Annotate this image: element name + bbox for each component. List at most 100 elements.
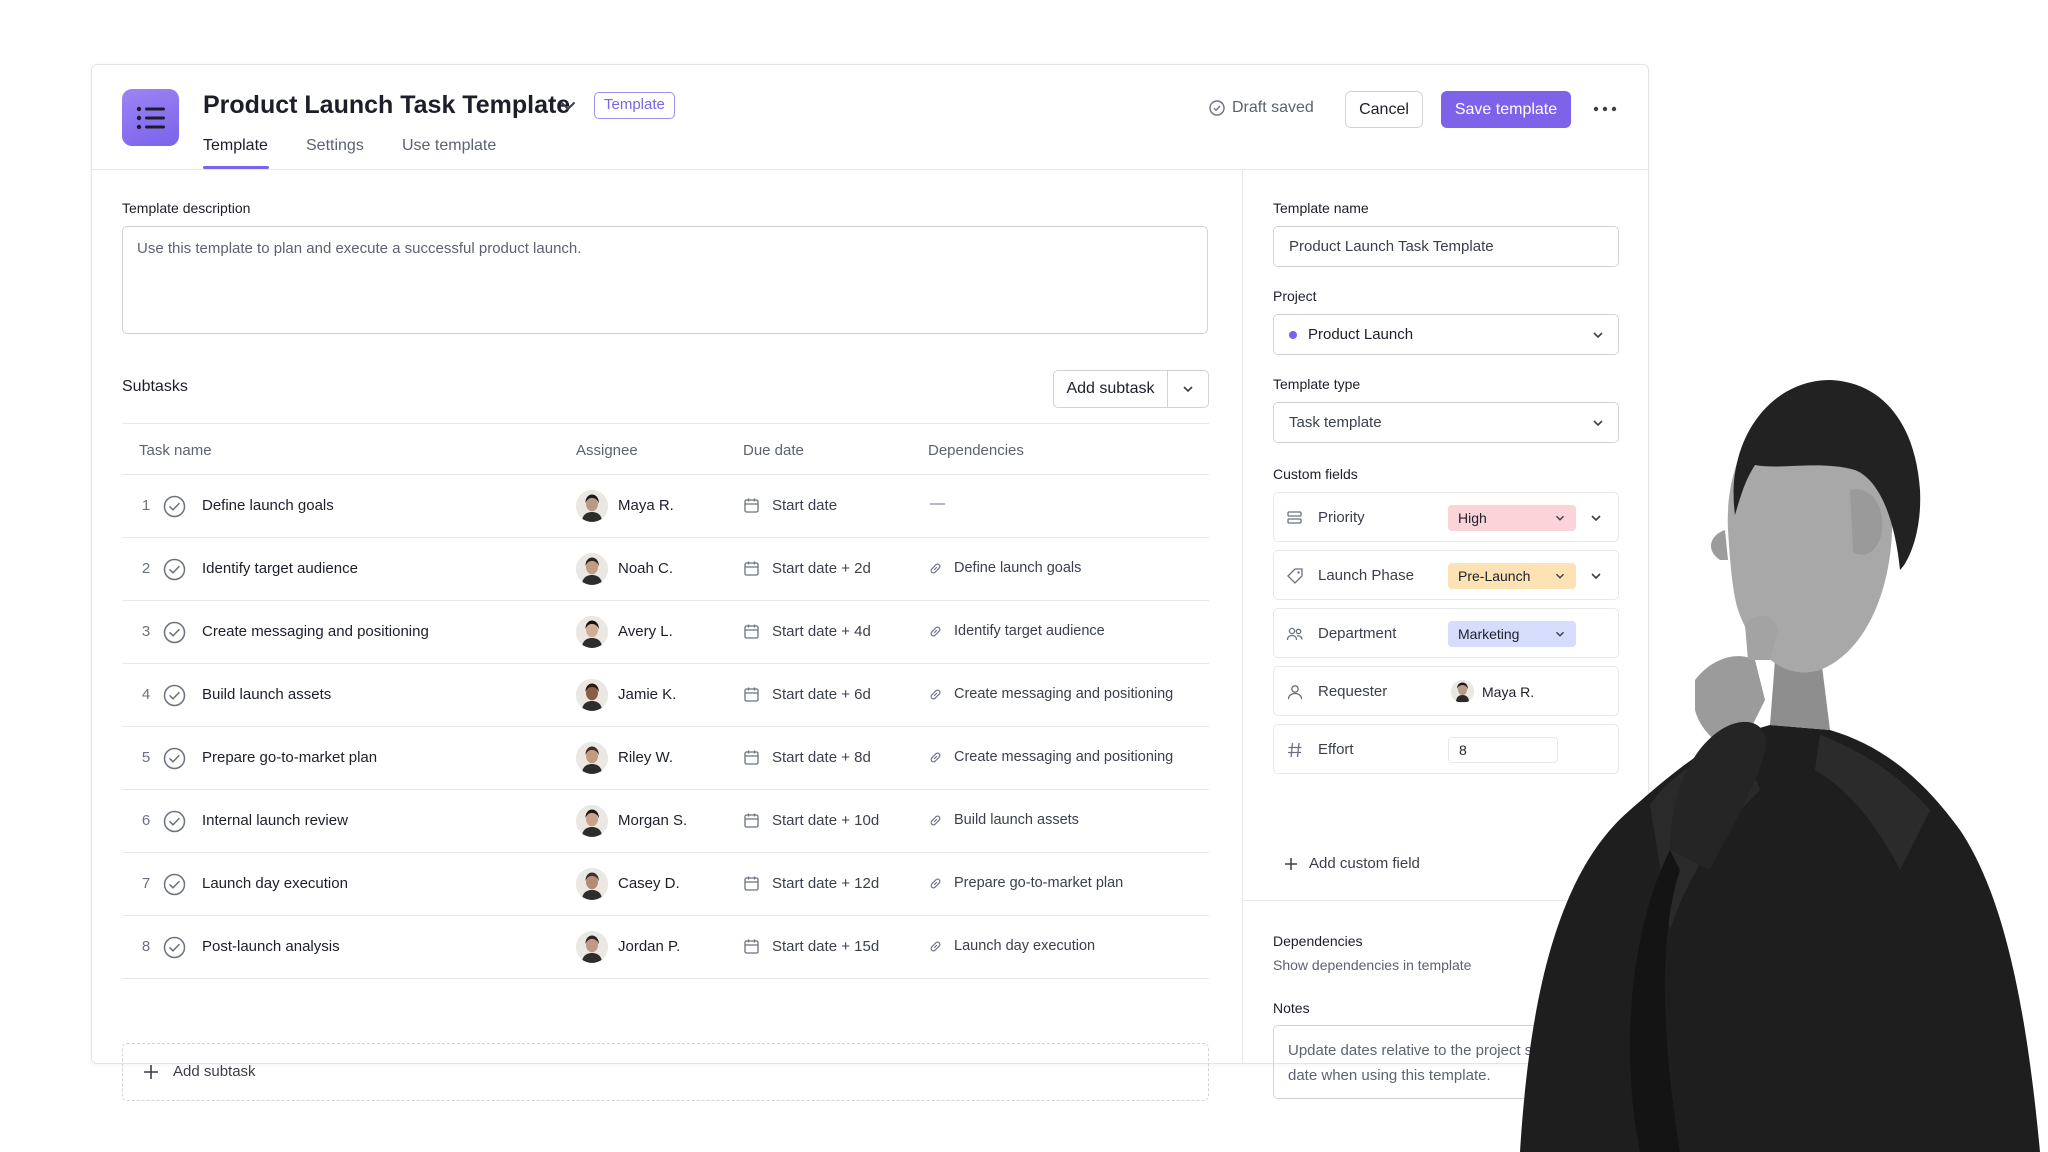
tag-icon xyxy=(1287,568,1303,584)
dependency-name[interactable]: Launch day execution xyxy=(954,938,1095,954)
project-value: Product Launch xyxy=(1308,326,1414,343)
custom-field-name: Effort xyxy=(1318,741,1354,758)
custom-field-name: Department xyxy=(1318,625,1397,642)
due-date[interactable]: Start date + 12d xyxy=(772,875,879,892)
tab-settings[interactable]: Settings xyxy=(306,137,364,155)
complete-check-icon[interactable] xyxy=(163,558,186,581)
column-assignee: Assignee xyxy=(576,442,638,459)
due-date[interactable]: Start date + 8d xyxy=(772,749,871,766)
complete-check-icon[interactable] xyxy=(163,873,186,896)
dependency-name[interactable]: Define launch goals xyxy=(954,560,1081,576)
calendar-icon xyxy=(744,939,759,954)
add-subtask-row[interactable]: Add subtask xyxy=(122,1043,1209,1101)
more-options-icon[interactable] xyxy=(1590,97,1620,121)
row-number: 1 xyxy=(141,497,151,514)
link-icon xyxy=(930,752,941,763)
add-subtask-dropdown[interactable] xyxy=(1168,371,1208,407)
dependency-name[interactable]: Identify target audience xyxy=(954,623,1105,639)
check-circle-icon xyxy=(1209,100,1225,116)
due-date[interactable]: Start date + 15d xyxy=(772,938,879,955)
dependency-name[interactable]: Create messaging and positioning xyxy=(954,749,1173,765)
assignee-name[interactable]: Morgan S. xyxy=(618,812,687,829)
add-custom-field-label: Add custom field xyxy=(1309,855,1420,872)
row-number: 4 xyxy=(141,686,151,703)
avatar xyxy=(576,742,608,774)
tab-template[interactable]: Template xyxy=(203,137,268,155)
task-name[interactable]: Launch day execution xyxy=(202,875,348,892)
chevron-down-icon[interactable] xyxy=(556,94,580,118)
table-row[interactable]: 2 Identify target audience Noah C. Start da… xyxy=(122,538,1209,601)
assignee-name[interactable]: Avery L. xyxy=(618,623,673,640)
tab-use-template[interactable]: Use template xyxy=(402,137,496,155)
active-tab-indicator xyxy=(203,166,269,169)
table-row[interactable]: 4 Build launch assets Jamie K. Start date +… xyxy=(122,664,1209,727)
draft-status: Draft saved xyxy=(1209,99,1314,117)
column-due-date: Due date xyxy=(743,442,804,459)
list-icon xyxy=(122,89,179,146)
due-date[interactable]: Start date + 4d xyxy=(772,623,871,640)
table-row[interactable]: 8 Post-launch analysis Jordan P. Start date… xyxy=(122,916,1209,979)
calendar-icon xyxy=(744,687,759,702)
avatar xyxy=(576,679,608,711)
dependency-name[interactable]: Create messaging and positioning xyxy=(954,686,1173,702)
complete-check-icon[interactable] xyxy=(163,621,186,644)
assignee-name[interactable]: Jordan P. xyxy=(618,938,680,955)
calendar-icon xyxy=(744,876,759,891)
hash-icon xyxy=(1288,742,1302,758)
assignee-name[interactable]: Riley W. xyxy=(618,749,673,766)
dependency-name[interactable]: Build launch assets xyxy=(954,812,1079,828)
task-name[interactable]: Define launch goals xyxy=(202,497,334,514)
table-row[interactable]: 1 Define launch goals Maya R. Start date — xyxy=(122,475,1209,538)
column-dependencies: Dependencies xyxy=(928,442,1024,459)
link-icon xyxy=(930,563,941,574)
avatar xyxy=(576,490,608,522)
complete-check-icon[interactable] xyxy=(163,936,186,959)
person-icon xyxy=(1287,685,1303,700)
cancel-button[interactable]: Cancel xyxy=(1345,91,1423,128)
row-number: 8 xyxy=(141,938,151,955)
table-row[interactable]: 5 Prepare go-to-market plan Riley W. Start … xyxy=(122,727,1209,790)
complete-check-icon[interactable] xyxy=(163,747,186,770)
table-row[interactable]: 3 Create messaging and positioning Avery L… xyxy=(122,601,1209,664)
add-subtask-button[interactable]: Add subtask xyxy=(1054,371,1168,407)
avatar xyxy=(1451,680,1474,703)
due-date[interactable]: Start date + 10d xyxy=(772,812,879,829)
complete-check-icon[interactable] xyxy=(163,810,186,833)
task-name[interactable]: Create messaging and positioning xyxy=(202,623,429,640)
task-name[interactable]: Internal launch review xyxy=(202,812,348,829)
table-row[interactable]: 7 Launch day execution Casey D. Start date … xyxy=(122,853,1209,916)
project-label: Project xyxy=(1273,288,1317,304)
description-textarea[interactable]: Use this template to plan and execute a … xyxy=(122,226,1208,334)
due-date[interactable]: Start date + 2d xyxy=(772,560,871,577)
task-name[interactable]: Build launch assets xyxy=(202,686,331,703)
task-name[interactable]: Prepare go-to-market plan xyxy=(202,749,377,766)
dependency-name[interactable]: Prepare go-to-market plan xyxy=(954,875,1123,891)
due-date[interactable]: Start date + 6d xyxy=(772,686,871,703)
table-row[interactable]: 6 Internal launch review Morgan S. Start da… xyxy=(122,790,1209,853)
draft-status-text: Draft saved xyxy=(1232,99,1314,116)
priority-icon xyxy=(1287,511,1302,524)
template-type-value: Task template xyxy=(1289,414,1382,431)
add-custom-field-button[interactable]: Add custom field xyxy=(1283,855,1420,872)
complete-check-icon[interactable] xyxy=(163,684,186,707)
row-number: 3 xyxy=(141,623,151,640)
custom-field-name: Launch Phase xyxy=(1318,567,1414,584)
avatar xyxy=(576,868,608,900)
table-body: 1 Define launch goals Maya R. Start date — 2 I… xyxy=(122,475,1209,979)
calendar-icon xyxy=(744,498,759,513)
custom-fields-label: Custom fields xyxy=(1273,466,1358,482)
template-name-value: Product Launch Task Template xyxy=(1289,238,1494,255)
save-template-button[interactable]: Save template xyxy=(1441,91,1571,128)
due-date[interactable]: Start date xyxy=(772,497,837,514)
assignee-name[interactable]: Jamie K. xyxy=(618,686,676,703)
complete-check-icon[interactable] xyxy=(163,495,186,518)
link-icon xyxy=(930,815,941,826)
task-name[interactable]: Post-launch analysis xyxy=(202,938,340,955)
task-name[interactable]: Identify target audience xyxy=(202,560,358,577)
custom-field-name: Requester xyxy=(1318,683,1388,700)
link-icon xyxy=(930,941,941,952)
assignee-name[interactable]: Maya R. xyxy=(618,497,674,514)
template-badge: Template xyxy=(594,92,675,119)
assignee-name[interactable]: Casey D. xyxy=(618,875,680,892)
assignee-name[interactable]: Noah C. xyxy=(618,560,673,577)
